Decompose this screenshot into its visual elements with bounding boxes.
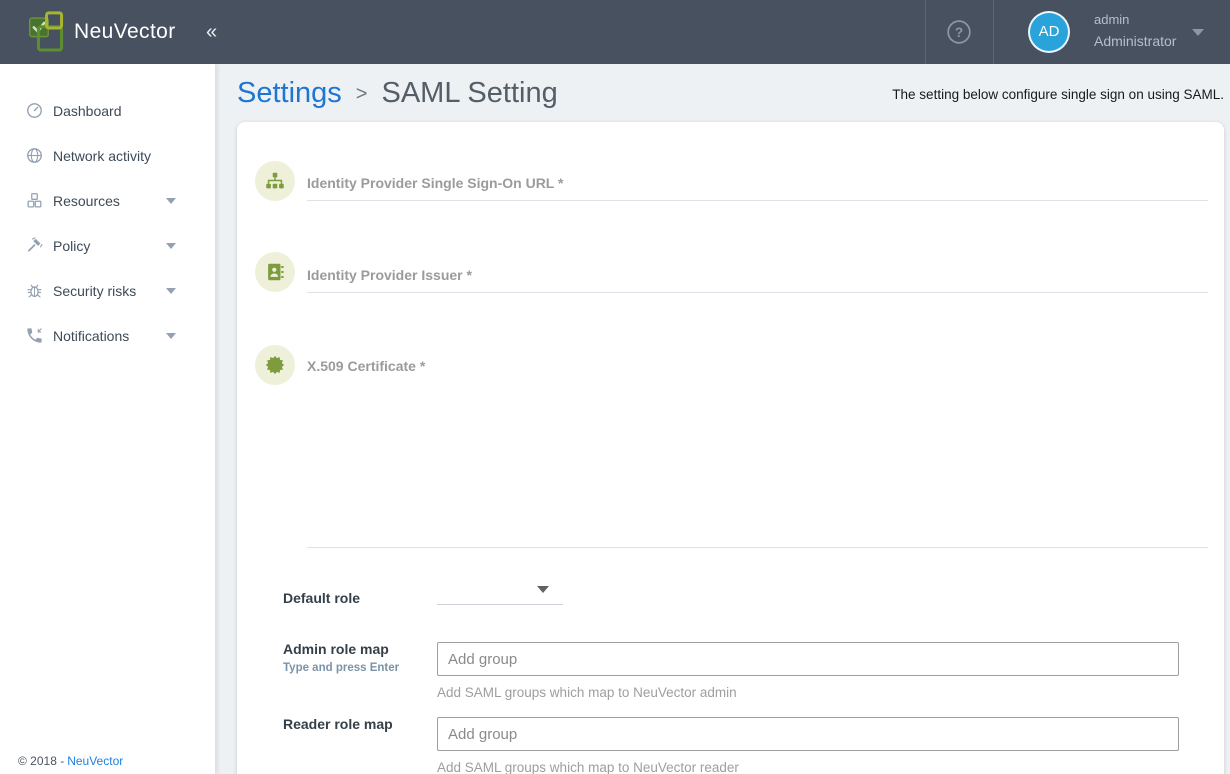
globe-icon [25,146,44,165]
chevron-down-icon [537,586,549,593]
address-book-icon [255,252,295,292]
breadcrumb: Settings > SAML Setting [237,70,558,116]
sidebar: Dashboard Network activity Resources Pol… [0,64,215,774]
sidebar-item-label: Security risks [53,283,136,299]
breadcrumb-separator: > [356,83,368,106]
header-divider [925,0,926,64]
saml-settings-card: Default role Admin role map Type and pre… [237,122,1224,774]
breadcrumb-settings-link[interactable]: Settings [237,77,342,110]
idp-issuer-input[interactable] [307,258,1208,293]
certificate-seal-icon [255,345,295,385]
sidebar-collapse-button[interactable]: « [200,0,223,64]
sidebar-item-label: Notifications [53,328,129,344]
chevron-down-icon [1192,29,1204,36]
chevron-down-icon [166,198,176,204]
page-title: SAML Setting [381,77,557,110]
admin-role-map-label: Admin role map [283,641,389,657]
brand-title: NeuVector [74,0,176,64]
sidebar-item-security-risks[interactable]: Security risks [0,268,215,313]
default-role-select[interactable] [437,574,563,605]
sidebar-item-label: Policy [53,238,90,254]
admin-role-map-input[interactable] [437,642,1179,676]
chevron-down-icon [166,243,176,249]
admin-role-map-helper: Add SAML groups which map to NeuVector a… [437,685,737,700]
copyright-text: © 2018 - [18,754,64,768]
cubes-icon [25,191,44,210]
x509-certificate-textarea[interactable] [307,352,1208,548]
chevron-down-icon [166,333,176,339]
default-role-label: Default role [283,590,360,606]
sidebar-item-policy[interactable]: Policy [0,223,215,268]
sidebar-footer: © 2018 -NeuVector [18,754,123,768]
sidebar-item-label: Resources [53,193,120,209]
sitemap-icon [255,161,295,201]
main-content: Settings > SAML Setting The setting belo… [215,64,1230,774]
sidebar-item-label: Dashboard [53,103,122,119]
top-header: NeuVector « ? AD admin Administrator [0,0,1230,64]
help-icon: ? [946,19,972,45]
reader-role-map-input[interactable] [437,717,1179,751]
admin-role-map-hint: Type and press Enter [283,662,399,674]
user-name: admin [1094,12,1129,27]
sidebar-item-notifications[interactable]: Notifications [0,313,215,358]
reader-role-map-helper: Add SAML groups which map to NeuVector r… [437,760,739,774]
page-note: The setting below configure single sign … [892,87,1224,102]
avatar: AD [1028,11,1070,53]
reader-role-map-label: Reader role map [283,716,393,732]
user-menu[interactable]: AD admin Administrator [1014,0,1214,64]
phone-call-icon [25,326,44,345]
svg-text:?: ? [955,25,963,40]
neuvector-footer-link[interactable]: NeuVector [67,754,123,768]
chevron-down-icon [166,288,176,294]
idp-sso-url-input[interactable] [307,166,1208,201]
help-button[interactable]: ? [944,17,974,47]
sidebar-item-resources[interactable]: Resources [0,178,215,223]
bug-icon [25,281,44,300]
neuvector-logo-icon[interactable] [28,10,72,54]
sidebar-nav: Dashboard Network activity Resources Pol… [0,88,215,358]
sidebar-item-network-activity[interactable]: Network activity [0,133,215,178]
sidebar-item-label: Network activity [53,148,151,164]
dashboard-icon [25,101,44,120]
sidebar-item-dashboard[interactable]: Dashboard [0,88,215,133]
header-divider [993,0,994,64]
gavel-icon [25,236,44,255]
user-role: Administrator [1094,33,1176,49]
